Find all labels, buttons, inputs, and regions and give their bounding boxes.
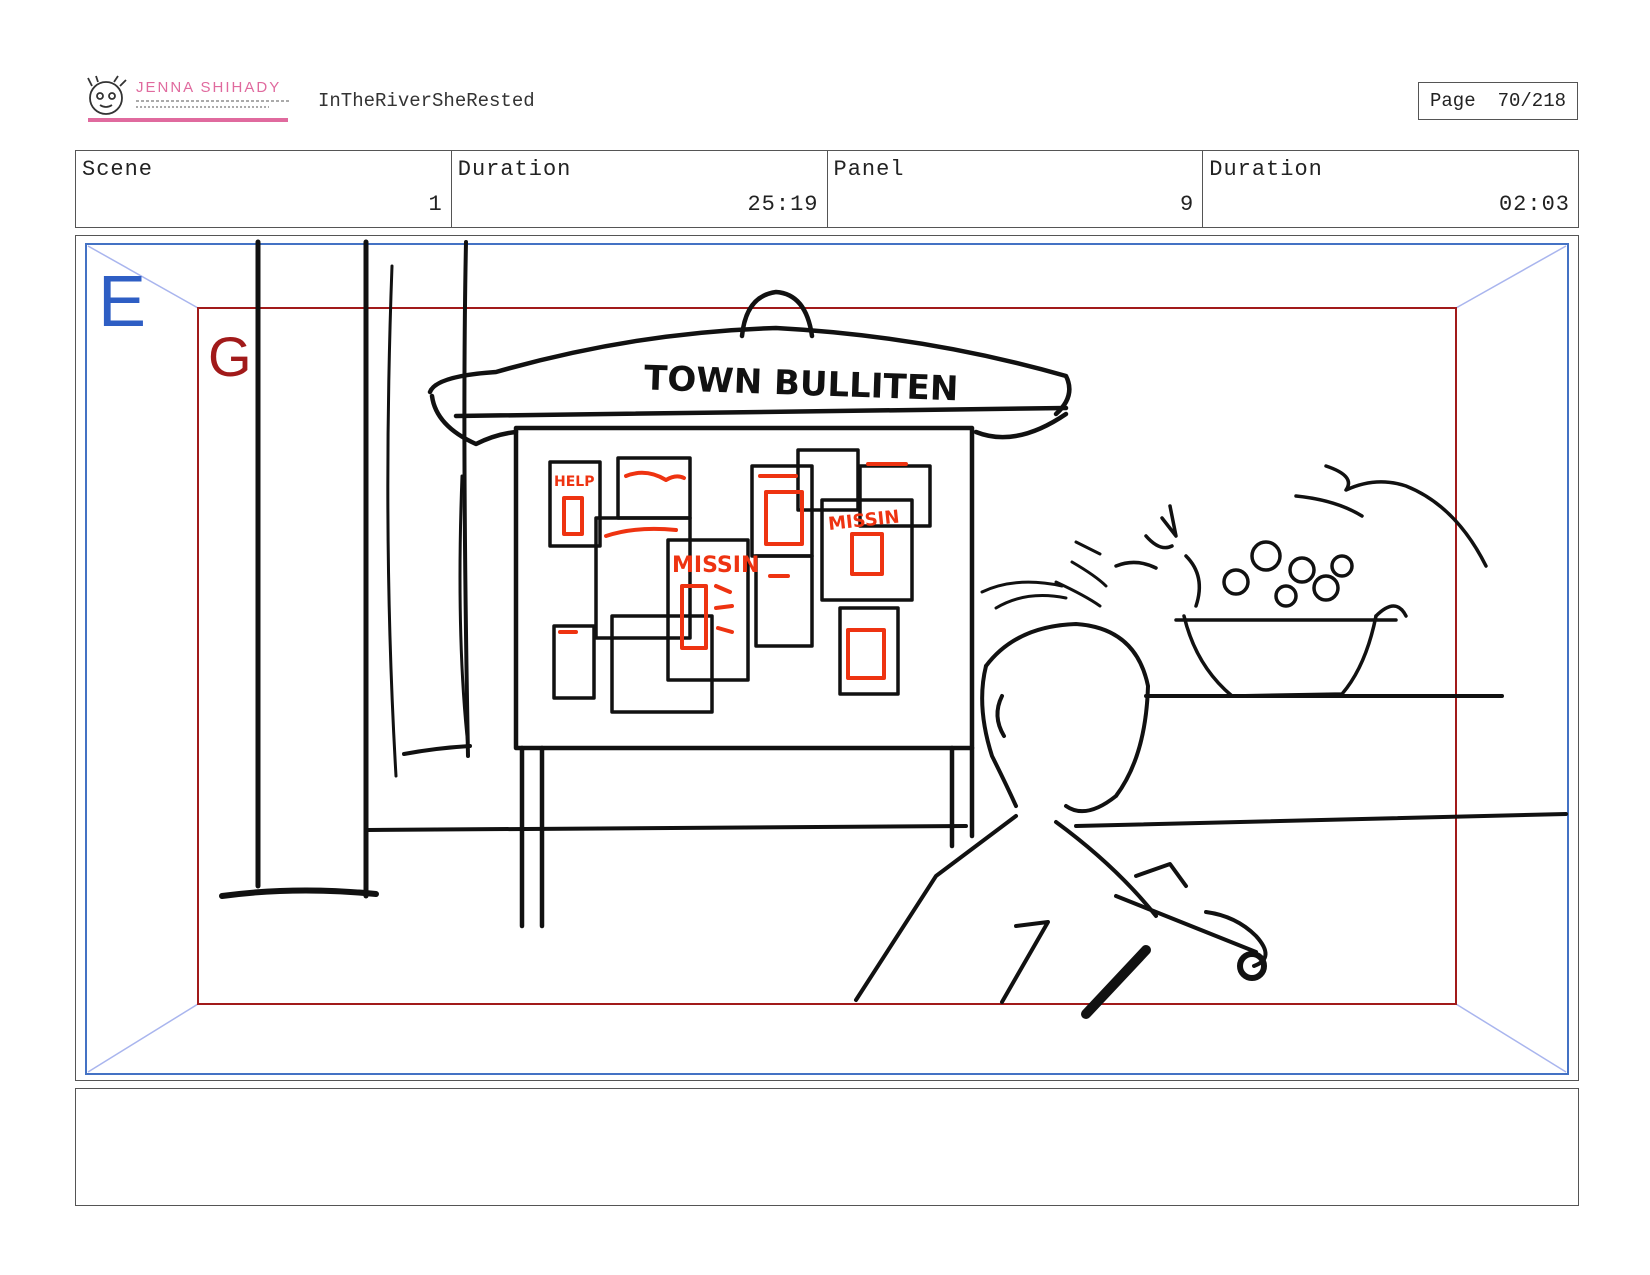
- page-indicator: Page 70/218: [1418, 82, 1578, 120]
- logo-small-print: [136, 100, 289, 108]
- studio-logo: JENNA SHIHADY: [87, 75, 289, 122]
- panel-duration-value: 02:03: [1498, 192, 1570, 217]
- ground-lines: [366, 694, 1568, 832]
- scene-duration-label: Duration: [457, 157, 572, 182]
- scene-duration-value: 25:19: [747, 192, 819, 217]
- pinned-papers: [548, 448, 932, 714]
- scene-label: Scene: [82, 157, 154, 182]
- panel-label: Panel: [833, 157, 905, 182]
- scene-duration-cell: Duration 25:19: [452, 151, 828, 227]
- poster-missing-text-1: MISSIN: [672, 553, 759, 578]
- panel-duration-label: Duration: [1209, 157, 1323, 182]
- storyboard-panel: E G TOWN BULLITEN MISSIN MISSIN HELP: [75, 235, 1579, 1081]
- panel-cell: Panel 9: [828, 151, 1204, 227]
- logo-face-icon: [87, 75, 127, 115]
- poster-help-text: HELP: [554, 474, 594, 490]
- panel-duration-cell: Duration 02:03: [1203, 151, 1578, 227]
- panel-sketch: E G TOWN BULLITEN MISSIN MISSIN HELP: [85, 239, 1569, 1075]
- scene-value: 1: [428, 192, 443, 217]
- notes-box: [75, 1088, 1579, 1206]
- project-title: InTheRiverSheRested: [318, 90, 535, 112]
- shot-info-row: Scene 1 Duration 25:19 Panel 9 Duration …: [75, 150, 1579, 228]
- character-sketch: [854, 580, 1268, 1019]
- page-number: 70/218: [1497, 90, 1567, 112]
- pillar-sketch: [219, 239, 472, 899]
- frame-g-label: G: [208, 325, 252, 388]
- flower-pot-sketch: [1114, 464, 1488, 698]
- page-label: Page: [1429, 90, 1476, 112]
- frame-e-label: E: [98, 262, 146, 342]
- scene-cell: Scene 1: [76, 151, 452, 227]
- panel-value: 9: [1180, 192, 1195, 217]
- logo-wordmark: JENNA SHIHADY: [136, 79, 281, 96]
- bulletin-sign-text: TOWN BULLITEN: [643, 358, 958, 409]
